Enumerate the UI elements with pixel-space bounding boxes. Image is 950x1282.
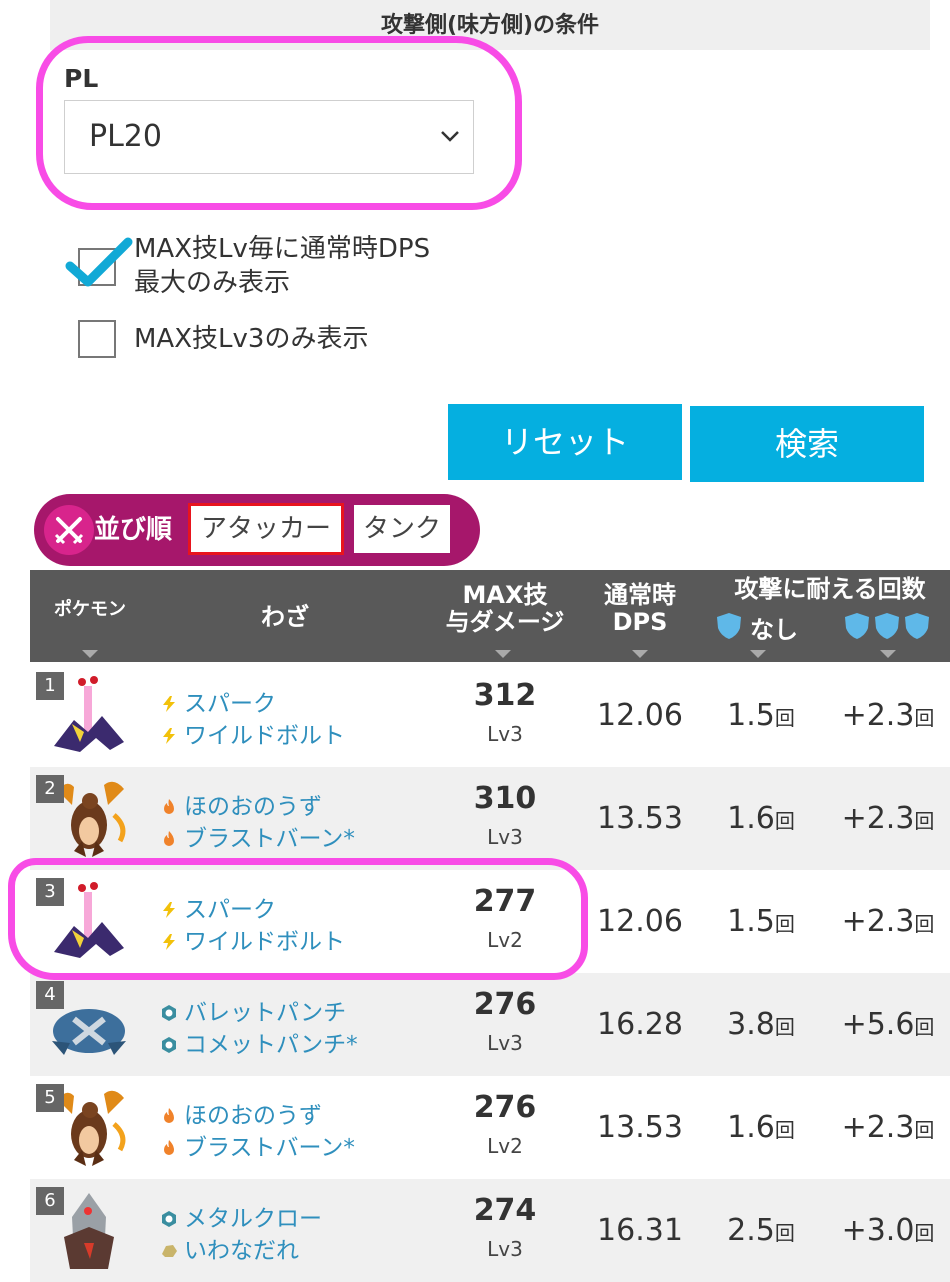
table-row[interactable]: 3 スパーク ワイルドボルト 277 Lv2 12.06 1.5回 +2.3回 (30, 870, 950, 973)
max-damage-value: 310 (473, 781, 537, 816)
endure-none-value: 3.8回 (727, 1007, 795, 1042)
sort-arrow-icon (632, 650, 648, 658)
table-row[interactable]: 2 ほのおのうず ブラストバーン* 310 Lv3 13.53 1.6回 +2.3回 (30, 767, 950, 870)
fast-move[interactable]: メタルクロー (160, 1199, 322, 1233)
checkmark-icon (65, 237, 133, 287)
endure-none-value: 2.5回 (727, 1213, 795, 1248)
endure-shield-value: +3.0回 (841, 1213, 935, 1248)
sort-arrow-icon (880, 650, 896, 658)
charged-move[interactable]: ブラストバーン* (160, 819, 355, 853)
sort-arrow-icon (750, 650, 766, 658)
rank-badge: 6 (36, 1187, 64, 1215)
sort-arrow-icon (82, 650, 98, 658)
column-endure-none[interactable]: なし (716, 610, 826, 644)
max-level: Lv3 (487, 825, 523, 849)
fast-move[interactable]: ほのおのうず (160, 787, 322, 821)
column-endure: 攻撃に耐える回数 (734, 575, 926, 603)
endure-none-value: 1.5回 (727, 698, 795, 733)
fast-move[interactable]: バレットパンチ (160, 993, 346, 1027)
rank-badge: 5 (36, 1084, 64, 1112)
checkbox-max-dps-only-label: MAX技Lv毎に通常時DPS 最大のみ表示 (134, 234, 431, 298)
rank-badge: 2 (36, 775, 64, 803)
sort-label: 並び順 (94, 515, 173, 545)
charged-move[interactable]: コメットパンチ* (160, 1025, 358, 1059)
column-pokemon[interactable]: ポケモン (30, 596, 150, 623)
checkbox-max-lv3-only-label: MAX技Lv3のみ表示 (134, 324, 369, 354)
shield-icon (845, 613, 929, 639)
pl-label: PL (64, 64, 99, 93)
dps-value: 16.28 (597, 1007, 683, 1042)
pl-select-value: PL20 (89, 119, 162, 154)
endure-none-value: 1.6回 (727, 801, 795, 836)
shield-icon (717, 613, 741, 639)
fast-move[interactable]: スパーク (160, 890, 276, 924)
dps-value: 13.53 (597, 1110, 683, 1145)
section-title: 攻撃側(味方側)の条件 (50, 0, 930, 50)
endure-shield-value: +2.3回 (841, 801, 935, 836)
table-row[interactable]: 1 スパーク ワイルドボルト 312 Lv3 12.06 1.5回 +2.3回 (30, 664, 950, 767)
max-damage-value: 276 (473, 987, 537, 1022)
column-dps[interactable]: 通常時 DPS (590, 582, 690, 636)
dps-value: 12.06 (597, 698, 683, 733)
endure-shield-value: +5.6回 (841, 1007, 935, 1042)
endure-none-value: 1.5回 (727, 904, 795, 939)
charged-move[interactable]: ブラストバーン* (160, 1128, 355, 1162)
max-damage-value: 312 (473, 678, 537, 713)
charged-move[interactable]: ワイルドボルト (160, 922, 345, 956)
search-button[interactable]: 検索 (690, 406, 924, 482)
max-level: Lv3 (487, 722, 523, 746)
table-row[interactable]: 5 ほのおのうず ブラストバーン* 276 Lv2 13.53 1.6回 +2.3回 (30, 1076, 950, 1179)
max-damage-value: 277 (473, 884, 537, 919)
charged-move[interactable]: ワイルドボルト (160, 716, 345, 750)
reset-button[interactable]: リセット (448, 404, 682, 480)
max-level: Lv2 (487, 928, 523, 952)
max-level: Lv2 (487, 1134, 523, 1158)
endure-none-value: 1.6回 (727, 1110, 795, 1145)
max-level: Lv3 (487, 1237, 523, 1261)
column-max-damage[interactable]: MAX技 与ダメージ (430, 582, 580, 636)
column-endure-shields[interactable] (844, 612, 934, 640)
rank-badge: 4 (36, 981, 64, 1009)
dps-value: 16.31 (597, 1213, 683, 1248)
max-damage-value: 276 (473, 1090, 537, 1125)
endure-shield-value: +2.3回 (841, 698, 935, 733)
rank-badge: 3 (36, 878, 64, 906)
rank-badge: 1 (36, 672, 64, 700)
column-moves[interactable]: わざ (210, 604, 360, 631)
chevron-down-icon (441, 131, 459, 142)
dps-value: 13.53 (597, 801, 683, 836)
sort-option-attacker[interactable]: アタッカー (188, 503, 344, 555)
fast-move[interactable]: スパーク (160, 684, 276, 718)
table-row[interactable]: 6 メタルクロー いわなだれ 274 Lv3 16.31 2.5回 +3.0回 (30, 1179, 950, 1282)
checkbox-max-lv3-only[interactable] (78, 320, 116, 358)
dps-value: 12.06 (597, 904, 683, 939)
sort-arrow-icon (495, 650, 511, 658)
pl-select[interactable]: PL20 (64, 100, 474, 174)
endure-shield-value: +2.3回 (841, 904, 935, 939)
max-damage-value: 274 (473, 1193, 537, 1228)
endure-shield-value: +2.3回 (841, 1110, 935, 1145)
table-header: ポケモン わざ MAX技 与ダメージ 通常時 DPS 攻撃に耐える回数 なし (30, 570, 950, 662)
sort-icon (44, 505, 94, 555)
table-row[interactable]: 4 バレットパンチ コメットパンチ* 276 Lv3 16.28 3.8回 +5.6回 (30, 973, 950, 1076)
sort-bar: 並び順 アタッカー タンク (34, 494, 480, 566)
sort-option-tank[interactable]: タンク (354, 505, 450, 553)
fast-move[interactable]: ほのおのうず (160, 1096, 322, 1130)
max-level: Lv3 (487, 1031, 523, 1055)
charged-move[interactable]: いわなだれ (160, 1231, 299, 1265)
